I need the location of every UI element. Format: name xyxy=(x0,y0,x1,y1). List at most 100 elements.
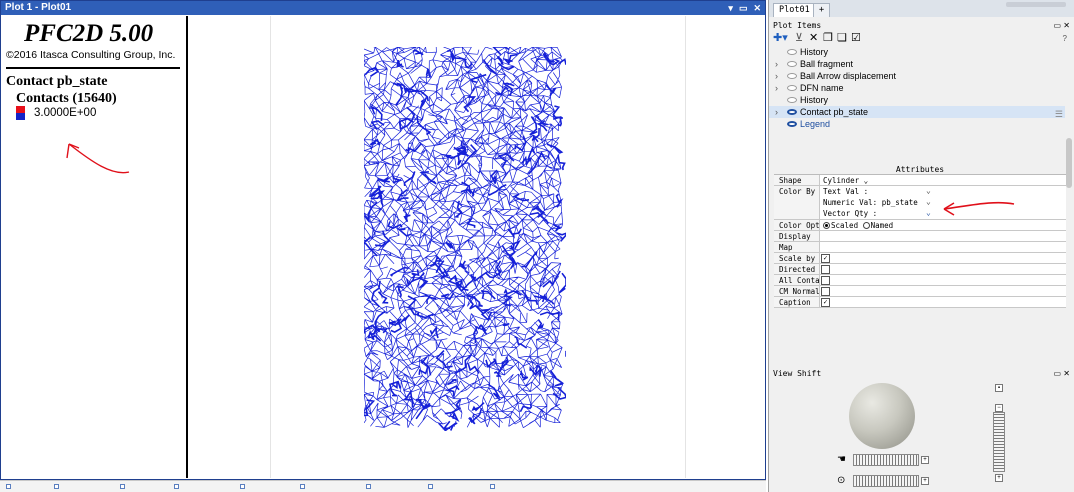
attr-row-caption[interactable]: Caption ✓ xyxy=(774,297,1066,308)
help-icon[interactable]: ? xyxy=(1063,33,1067,44)
plot-items-panel-controls[interactable]: ▭ ✕ xyxy=(1054,21,1070,30)
tab-plot01[interactable]: Plot01 xyxy=(773,3,816,17)
chevron-down-icon[interactable]: ⌄ xyxy=(864,176,869,185)
visibility-eye-icon[interactable] xyxy=(787,121,797,127)
pan-icon[interactable]: ⊙ xyxy=(837,475,845,486)
copy-icon[interactable]: ❐ xyxy=(823,33,833,44)
zoom-plus-icon[interactable]: + xyxy=(995,474,1003,482)
chevron-down-icon[interactable]: ⌄ xyxy=(926,186,931,195)
all-contacts-checkbox[interactable] xyxy=(821,276,830,285)
attr-row-all-contacts[interactable]: All Contac xyxy=(774,275,1066,286)
plot-item-ball-arrow[interactable]: › Ball Arrow displacement xyxy=(769,70,1065,82)
caption-checkbox[interactable]: ✓ xyxy=(821,298,830,307)
color-opt-radios[interactable]: Scaled Named xyxy=(823,220,893,231)
attr-row-display[interactable]: Display xyxy=(774,231,1066,242)
bottom-tab-marker[interactable] xyxy=(120,484,125,489)
visibility-eye-icon[interactable] xyxy=(787,109,797,115)
vector-qty-field[interactable]: Vector Qty : xyxy=(823,208,877,219)
attr-row-directed[interactable]: Directed xyxy=(774,264,1066,275)
delete-icon[interactable]: ✕ xyxy=(809,33,818,44)
expand-chevron-icon[interactable]: › xyxy=(775,58,778,70)
dropdown-icon[interactable]: ▾ xyxy=(728,1,733,15)
tab-add[interactable]: + xyxy=(813,3,831,17)
roll-plus-icon[interactable]: + xyxy=(921,456,929,464)
visibility-eye-icon[interactable] xyxy=(787,73,797,79)
expand-chevron-icon[interactable]: › xyxy=(775,82,778,94)
zoom-dial[interactable] xyxy=(993,412,1005,472)
viewport-guide-line xyxy=(270,16,271,478)
attr-row-color-opt[interactable]: Color Opt Scaled Named xyxy=(774,220,1066,231)
cm-normal-checkbox[interactable] xyxy=(821,287,830,296)
bottom-tab-marker[interactable] xyxy=(6,484,11,489)
plot-item-legend[interactable]: Legend xyxy=(769,118,1065,130)
attr-row-shape[interactable]: Shape Cylinder ⌄ xyxy=(774,175,1066,186)
attr-row-cm-normal[interactable]: CM Normal xyxy=(774,286,1066,297)
plot-viewport[interactable] xyxy=(190,16,765,478)
visibility-eye-icon[interactable] xyxy=(787,49,797,55)
plot-item-history[interactable]: History xyxy=(769,46,1065,58)
attr-key: Shape xyxy=(774,175,820,185)
bottom-tab-marker[interactable] xyxy=(428,484,433,489)
roll-dial[interactable] xyxy=(853,454,919,466)
scroll-thumb[interactable] xyxy=(1006,2,1066,7)
bottom-tab-marker[interactable] xyxy=(240,484,245,489)
scale-checkbox[interactable]: ✓ xyxy=(821,254,830,263)
expand-chevron-icon[interactable]: › xyxy=(775,70,778,82)
plot-item-dfn-name[interactable]: › DFN name xyxy=(769,82,1065,94)
attr-key: Scale by F xyxy=(774,253,820,263)
paste-icon[interactable]: ❏ xyxy=(837,33,847,44)
reset-view-icon[interactable]: ▪ xyxy=(995,384,1003,392)
pan-plus-icon[interactable]: + xyxy=(921,477,929,485)
app-name: PFC2D 5.00 xyxy=(24,20,154,47)
pan-dial[interactable] xyxy=(853,475,919,487)
attr-key: All Contac xyxy=(774,275,820,285)
view-shift-panel-controls[interactable]: ▭ ✕ xyxy=(1054,369,1070,378)
visibility-eye-icon[interactable] xyxy=(787,61,797,67)
attr-row-scale[interactable]: Scale by F ✓ xyxy=(774,253,1066,264)
plot-items-scrollbar[interactable] xyxy=(1066,138,1072,188)
plot-window-titlebar[interactable]: Plot 1 - Plot01 ▾ ▭ ✕ xyxy=(1,1,765,15)
bottom-tab-marker[interactable] xyxy=(300,484,305,489)
plot-item-ball-fragment[interactable]: › Ball fragment xyxy=(769,58,1065,70)
close-icon[interactable]: ✕ xyxy=(753,1,761,15)
annotation-arrow-attributes xyxy=(943,201,1015,216)
chevron-down-icon[interactable]: ⌄ xyxy=(926,197,931,206)
bottom-tab-marker[interactable] xyxy=(366,484,371,489)
add-icon[interactable]: ✚▾ xyxy=(773,33,788,44)
legend-subtitle: Contacts (15640) xyxy=(16,91,117,106)
roll-hand-icon[interactable]: ☚ xyxy=(837,454,846,465)
numeric-val-field[interactable]: Numeric Val: pb_state xyxy=(823,197,918,208)
attr-key: CM Normal xyxy=(774,286,820,296)
bottom-tab-marker[interactable] xyxy=(54,484,59,489)
filter-icon[interactable]: ⊻ xyxy=(795,33,803,44)
view-rotation-sphere[interactable] xyxy=(849,383,915,449)
zoom-minus-icon[interactable]: − xyxy=(995,404,1003,412)
plot-item-label: Ball Arrow displacement xyxy=(800,71,897,81)
copyright-text: ©2016 Itasca Consulting Group, Inc. xyxy=(6,49,176,61)
control-panel: Plot01 + Plot Items ▭ ✕ ✚▾ ⊻ ✕ ❐ ❏ ☑ ? H… xyxy=(768,0,1074,492)
attr-row-color-by[interactable]: Color By Text Val : ⌄ Numeric Val: pb_st… xyxy=(774,186,1066,220)
bottom-tab-marker[interactable] xyxy=(174,484,179,489)
text-val-field[interactable]: Text Val : xyxy=(823,186,868,197)
radio-named[interactable] xyxy=(862,222,870,229)
bottom-tab-marker[interactable] xyxy=(490,484,495,489)
view-shift-header: View Shift ▭ ✕ xyxy=(769,368,1074,378)
attr-key: Display xyxy=(774,231,820,241)
visibility-eye-icon[interactable] xyxy=(787,97,797,103)
plot-item-label: Ball fragment xyxy=(800,59,854,69)
plot-window: Plot 1 - Plot01 ▾ ▭ ✕ PFC2D 5.00 ©2016 I… xyxy=(0,0,766,480)
chevron-down-icon[interactable]: ⌄ xyxy=(926,208,931,217)
contact-network-sample[interactable] xyxy=(364,47,566,431)
shape-select[interactable]: Cylinder ⌄ xyxy=(823,175,868,186)
attributes-panel: Attributes Shape Cylinder ⌄ Color By Tex… xyxy=(774,165,1066,315)
expand-chevron-icon[interactable]: › xyxy=(775,106,778,118)
restore-icon[interactable]: ▭ xyxy=(739,1,748,15)
visibility-eye-icon[interactable] xyxy=(787,85,797,91)
attr-row-map[interactable]: Map xyxy=(774,242,1066,253)
plot-item-history-2[interactable]: History xyxy=(769,94,1065,106)
plot-items-toolbar: ✚▾ ⊻ ✕ ❐ ❏ ☑ ? xyxy=(773,33,1069,45)
directed-checkbox[interactable] xyxy=(821,265,830,274)
radio-scaled[interactable] xyxy=(823,222,830,229)
checkbox-icon[interactable]: ☑ xyxy=(851,33,861,44)
plot-item-contact-pb-state[interactable]: › Contact pb_state ☰ xyxy=(769,106,1065,119)
